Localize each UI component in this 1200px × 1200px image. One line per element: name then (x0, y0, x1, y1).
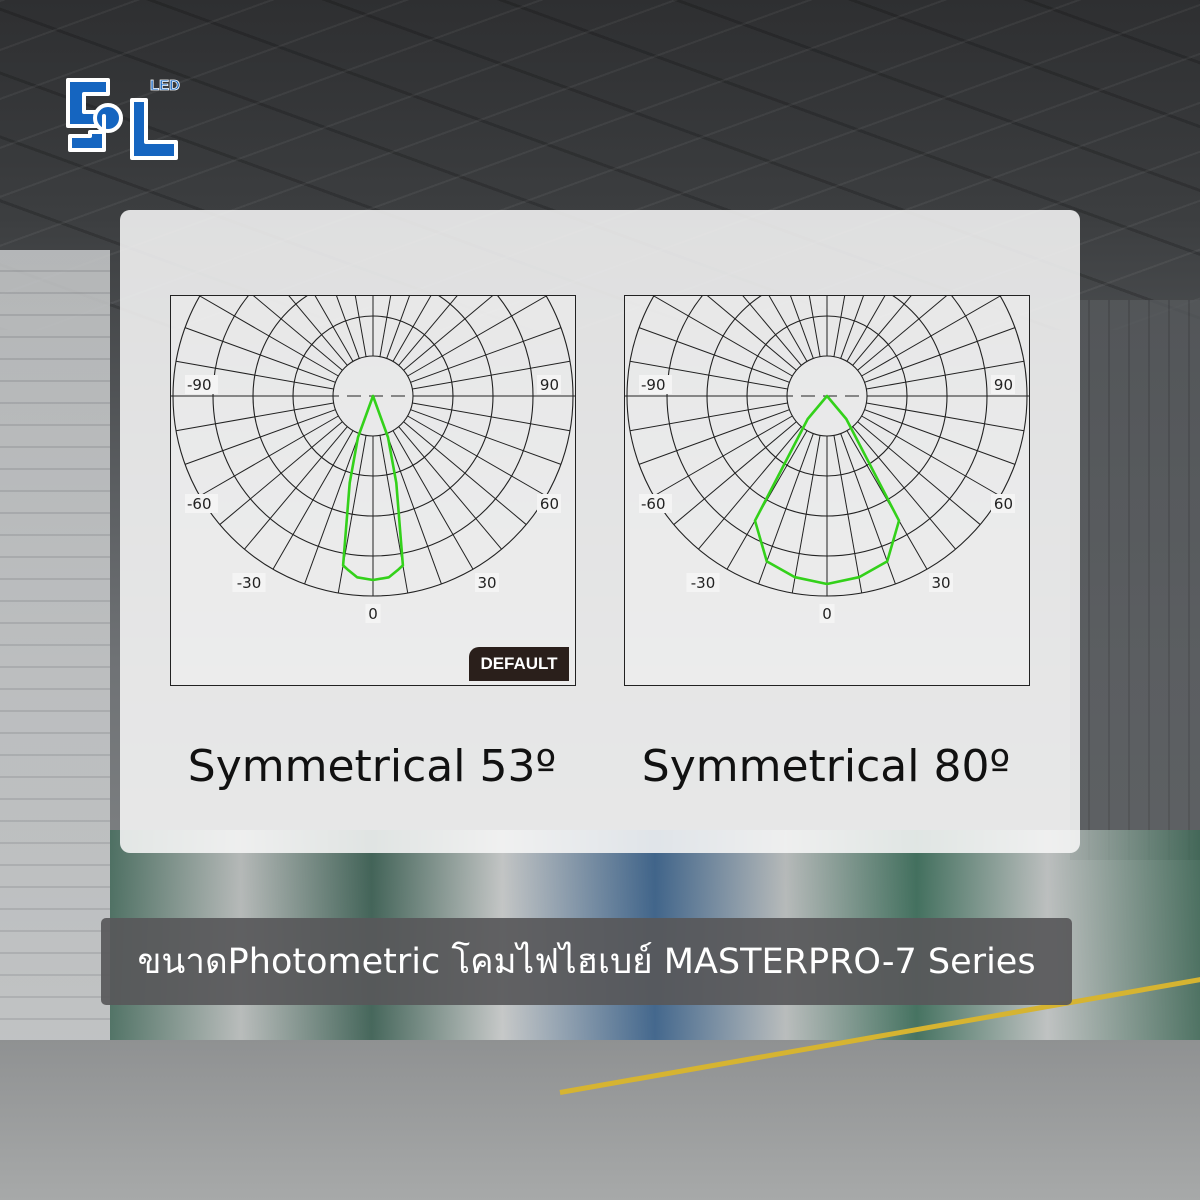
polar-spoke (272, 430, 354, 570)
floor-background (0, 1040, 1200, 1200)
sl-led-logo-icon: LED (66, 77, 181, 160)
polar-spoke (410, 327, 562, 383)
polar-spoke (833, 296, 846, 357)
logo-led-text: LED (150, 77, 180, 94)
angle-label: 60 (540, 495, 559, 513)
polar-spoke (379, 435, 409, 594)
polar-spoke (199, 415, 339, 497)
polar-spoke (392, 296, 432, 362)
polar-spoke (219, 421, 343, 525)
polar-spoke (199, 296, 339, 377)
polar-spoke (768, 296, 808, 362)
polar-spoke (833, 435, 863, 594)
angle-label: 30 (931, 574, 950, 592)
photometric-panel: -90 90 -60 60 -30 30 0 DEFAULT -90 90 -60 60 -30 30… (120, 210, 1080, 853)
polar-spoke (175, 402, 334, 432)
angle-label: 0 (368, 605, 378, 623)
polar-spoke (407, 415, 547, 497)
angle-label: -60 (641, 495, 666, 513)
polar-spoke (184, 327, 336, 383)
angle-label: 60 (994, 495, 1013, 513)
angle-label: -30 (691, 574, 716, 592)
polar-spoke (866, 402, 1025, 432)
angle-label: 90 (540, 376, 559, 394)
default-badge: DEFAULT (469, 647, 569, 681)
polar-spoke (244, 426, 348, 550)
polar-chart-53-svg: -90 90 -60 60 -30 30 0 (171, 296, 575, 623)
angle-label: 90 (994, 376, 1013, 394)
polar-spoke (386, 433, 442, 585)
polar-spoke (314, 296, 354, 362)
polar-spoke (864, 327, 1016, 383)
polar-chart-80-svg: -90 90 -60 60 -30 30 0 (625, 296, 1029, 623)
polar-spoke (412, 402, 571, 432)
polar-spoke (653, 415, 793, 497)
polar-spoke (852, 426, 956, 550)
polar-spoke (864, 409, 1016, 465)
polar-spoke (653, 296, 793, 377)
angle-label: 0 (822, 605, 832, 623)
angle-label: 30 (477, 574, 496, 592)
left-wall-background (0, 250, 110, 1050)
polar-spoke (407, 296, 547, 377)
polar-spoke (698, 426, 802, 550)
angle-label: -90 (187, 376, 212, 394)
angle-label: -30 (237, 574, 262, 592)
polar-spoke (861, 415, 1001, 497)
polar-grid (626, 296, 1028, 597)
polar-spoke (638, 409, 790, 465)
right-wall-background (1070, 300, 1200, 860)
angle-label: -90 (641, 376, 666, 394)
polar-spoke (638, 327, 790, 383)
polar-chart-53: -90 90 -60 60 -30 30 0 DEFAULT (170, 295, 576, 686)
polar-spoke (791, 435, 821, 594)
caption-53: Symmetrical 53º (187, 741, 557, 792)
polar-spoke (354, 296, 367, 357)
caption-80: Symmetrical 80º (641, 741, 1011, 792)
polar-spoke (629, 402, 788, 432)
polar-spoke (861, 296, 1001, 377)
title-banner: ขนาดPhotometric โคมไฟไฮเบย์ MASTERPRO-7 … (101, 918, 1072, 1005)
polar-spoke (857, 421, 981, 525)
polar-spoke (379, 296, 392, 357)
polar-spoke (304, 433, 360, 585)
polar-spoke (808, 296, 821, 357)
angle-label: -60 (187, 495, 212, 513)
polar-spoke (403, 421, 527, 525)
polar-grid (172, 296, 574, 597)
polar-spoke (673, 421, 797, 525)
polar-chart-80: -90 90 -60 60 -30 30 0 (624, 295, 1030, 686)
polar-spoke (398, 426, 502, 550)
polar-spoke (184, 409, 336, 465)
polar-spoke (337, 435, 367, 594)
polar-spoke (846, 296, 886, 362)
polar-spoke (392, 430, 474, 570)
polar-spoke (410, 409, 562, 465)
